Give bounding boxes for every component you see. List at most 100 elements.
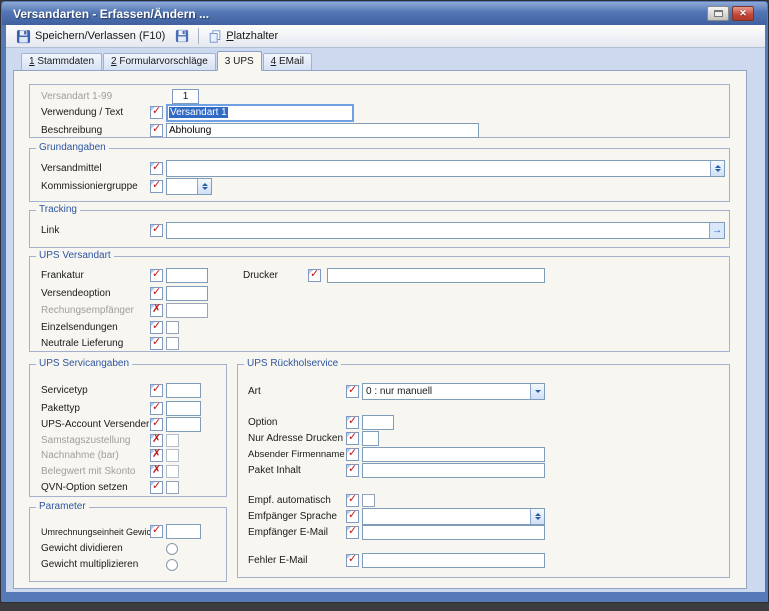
tab-email[interactable]: 4 EMail [262, 53, 313, 70]
maximize-button[interactable] [707, 6, 729, 21]
frankatur-input[interactable] [166, 268, 208, 283]
verwendung-label: Verwendung / Text [41, 107, 124, 118]
row-link: Link ✓ → [41, 222, 725, 239]
field-enabled-icon[interactable]: ✓ [346, 430, 359, 445]
field-enabled-icon[interactable]: ✓ [346, 414, 359, 429]
neutrale-lieferung-label: Neutrale Lieferung [41, 338, 124, 349]
umrechnungseinheit-input[interactable] [166, 524, 201, 539]
field-enabled-icon[interactable]: ✓ [346, 524, 359, 539]
gewicht-dividieren-radio[interactable] [166, 542, 178, 555]
nachnahme-label: Nachnahme (bar) [41, 450, 119, 461]
servicetyp-input[interactable] [166, 383, 201, 398]
save-exit-label: Speichern/Verlassen (F10) [35, 30, 166, 42]
field-enabled-icon[interactable]: ✓ [150, 382, 163, 397]
samstagszustellung-label: Samstagszustellung [41, 435, 131, 446]
field-enabled-icon[interactable]: ✓ [150, 479, 163, 494]
tab-formularvorschlaege[interactable]: 2 Formularvorschläge [103, 53, 216, 70]
field-enabled-icon[interactable]: ✓ [150, 178, 163, 193]
neutrale-lieferung-checkbox[interactable] [166, 337, 179, 350]
link-input[interactable]: → [166, 222, 725, 239]
ups-account-input[interactable] [166, 417, 201, 432]
tab-stammdaten[interactable]: 1 Stammdaten [21, 53, 103, 70]
parameter-group: Parameter Umrechnungseinheit Gewicht ✓ G… [29, 501, 227, 582]
header-box: Versandart 1-99 1 Verwendung / Text ✓ Ve… [29, 84, 730, 138]
beschreibung-input[interactable] [166, 123, 479, 138]
qvn-option-checkbox[interactable] [166, 481, 179, 494]
field-disabled-icon[interactable]: ✗ [150, 432, 163, 447]
field-enabled-icon[interactable]: ✓ [346, 446, 359, 461]
nur-adresse-drucken-input[interactable] [362, 431, 379, 446]
kommissioniergruppe-spinner[interactable] [166, 178, 212, 195]
field-enabled-icon[interactable]: ✓ [346, 383, 359, 398]
row-option: Option ✓ [248, 414, 725, 431]
field-enabled-icon[interactable]: ✓ [346, 462, 359, 477]
verwendung-input[interactable]: Versandart 1 [166, 103, 354, 122]
spinner-up-down-icon[interactable] [710, 161, 724, 176]
versandmittel-select[interactable] [166, 160, 725, 177]
empfaenger-sprache-select[interactable] [362, 508, 545, 525]
field-disabled-icon[interactable]: ✗ [150, 302, 163, 317]
field-disabled-icon[interactable]: ✗ [150, 447, 163, 462]
save-exit-button[interactable]: Speichern/Verlassen (F10) [11, 27, 170, 46]
fehler-email-input[interactable] [362, 553, 545, 568]
drucker-input[interactable] [327, 268, 545, 283]
field-enabled-icon[interactable]: ✓ [150, 400, 163, 415]
field-enabled-icon[interactable]: ✓ [150, 416, 163, 431]
field-enabled-icon[interactable]: ✓ [150, 222, 163, 237]
paket-inhalt-input[interactable] [362, 463, 545, 478]
field-enabled-icon[interactable]: ✓ [150, 122, 163, 137]
empf-automatisch-checkbox[interactable] [362, 494, 375, 507]
field-enabled-icon[interactable]: ✓ [308, 267, 321, 282]
row-nur-adresse-drucken: Nur Adresse Drucken ✓ [248, 430, 725, 447]
gewicht-multiplizieren-label: Gewicht multiplizieren [41, 559, 139, 570]
app-window: Versandarten - Erfassen/Ändern ... ✕ Spe… [0, 0, 769, 603]
beschreibung-label: Beschreibung [41, 125, 103, 136]
gewicht-multiplizieren-radio[interactable] [166, 558, 178, 571]
open-link-button[interactable]: → [709, 223, 724, 238]
pakettyp-input[interactable] [166, 401, 201, 416]
tab-bar: 1 Stammdaten 2 Formularvorschläge 3 UPS … [21, 51, 313, 71]
umrechnungseinheit-label: Umrechnungseinheit Gewicht [41, 526, 159, 537]
platzhalter-button[interactable]: Platzhalter [203, 27, 283, 46]
option-input[interactable] [362, 415, 394, 430]
row-versandmittel: Versandmittel ✓ [41, 160, 725, 177]
row-pakettyp: Pakettyp ✓ [41, 400, 222, 417]
spinner-up-down-icon[interactable] [197, 179, 211, 194]
empfaenger-email-label: Empfänger E-Mail [248, 527, 329, 538]
dropdown-arrow-icon[interactable] [530, 384, 544, 399]
field-enabled-icon[interactable]: ✓ [150, 160, 163, 175]
client-area: Speichern/Verlassen (F10) Platzhalter 1 … [6, 25, 765, 592]
art-selected-value: 0 : nur manuell [366, 386, 433, 397]
einzelsendungen-checkbox[interactable] [166, 321, 179, 334]
row-empfaenger-sprache: Emfpänger Sprache ✓ [248, 508, 725, 525]
field-enabled-icon[interactable]: ✓ [150, 285, 163, 300]
ups-tab-panel: Versandart 1-99 1 Verwendung / Text ✓ Ve… [13, 70, 747, 589]
save-button[interactable] [170, 27, 194, 45]
art-select[interactable]: 0 : nur manuell [362, 383, 545, 400]
group-title: UPS Rückholservice [244, 358, 342, 369]
field-enabled-icon[interactable]: ✓ [150, 104, 163, 119]
field-enabled-icon[interactable]: ✓ [150, 335, 163, 350]
field-enabled-icon[interactable]: ✓ [150, 267, 163, 282]
option-label: Option [248, 417, 278, 428]
row-rechnungsempfaenger: Rechungsempfänger ✗ [41, 302, 725, 319]
field-enabled-icon[interactable]: ✓ [346, 552, 359, 567]
art-label: Art [248, 386, 261, 397]
rechnungsempfaenger-label: Rechungsempfänger [41, 305, 134, 316]
tab-ups[interactable]: 3 UPS [216, 51, 262, 71]
field-enabled-icon[interactable]: ✓ [150, 523, 163, 538]
spinner-up-down-icon[interactable] [530, 509, 544, 524]
grundangaben-group: Grundangaben Versandmittel ✓ Kommissioni… [29, 142, 730, 202]
field-enabled-icon[interactable]: ✓ [346, 492, 359, 507]
versendeoption-input[interactable] [166, 286, 208, 301]
empfaenger-email-input[interactable] [362, 525, 545, 540]
close-button[interactable]: ✕ [732, 6, 754, 21]
gewicht-dividieren-label: Gewicht dividieren [41, 543, 123, 554]
group-title: Grundangaben [36, 142, 109, 153]
versandmittel-label: Versandmittel [41, 163, 102, 174]
field-disabled-icon[interactable]: ✗ [150, 463, 163, 478]
kommissioniergruppe-label: Kommissioniergruppe [41, 181, 138, 192]
field-enabled-icon[interactable]: ✓ [346, 508, 359, 523]
absender-firmenname-input[interactable] [362, 447, 545, 462]
field-enabled-icon[interactable]: ✓ [150, 319, 163, 334]
